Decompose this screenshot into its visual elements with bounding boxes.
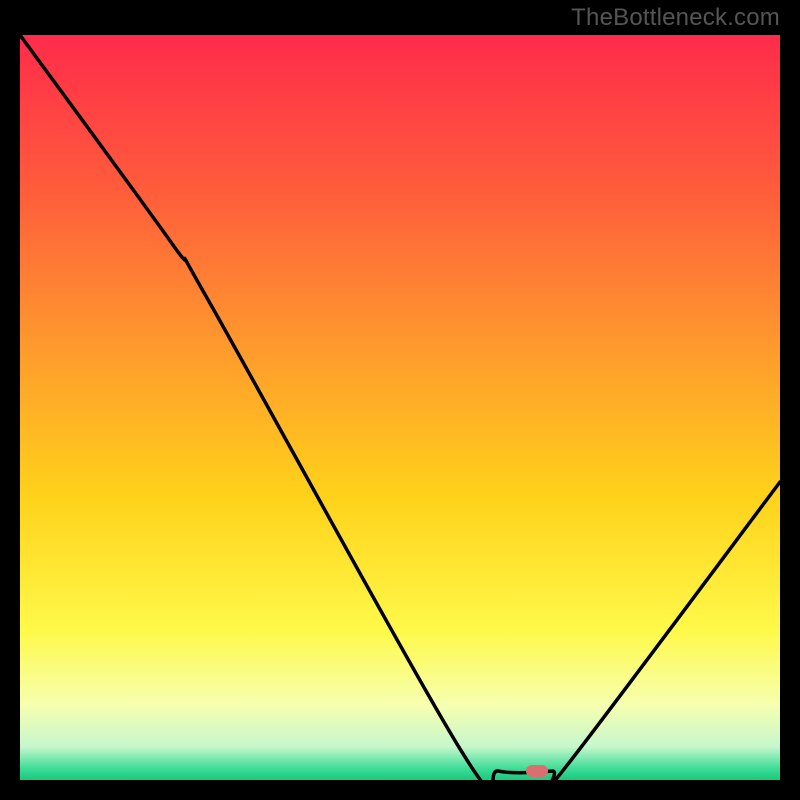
bottleneck-curve	[20, 35, 780, 780]
chart-container: TheBottleneck.com	[0, 0, 800, 800]
plot-area	[20, 35, 780, 780]
watermark-text: TheBottleneck.com	[571, 4, 780, 32]
optimal-marker	[526, 765, 548, 777]
curve-layer	[20, 35, 780, 780]
